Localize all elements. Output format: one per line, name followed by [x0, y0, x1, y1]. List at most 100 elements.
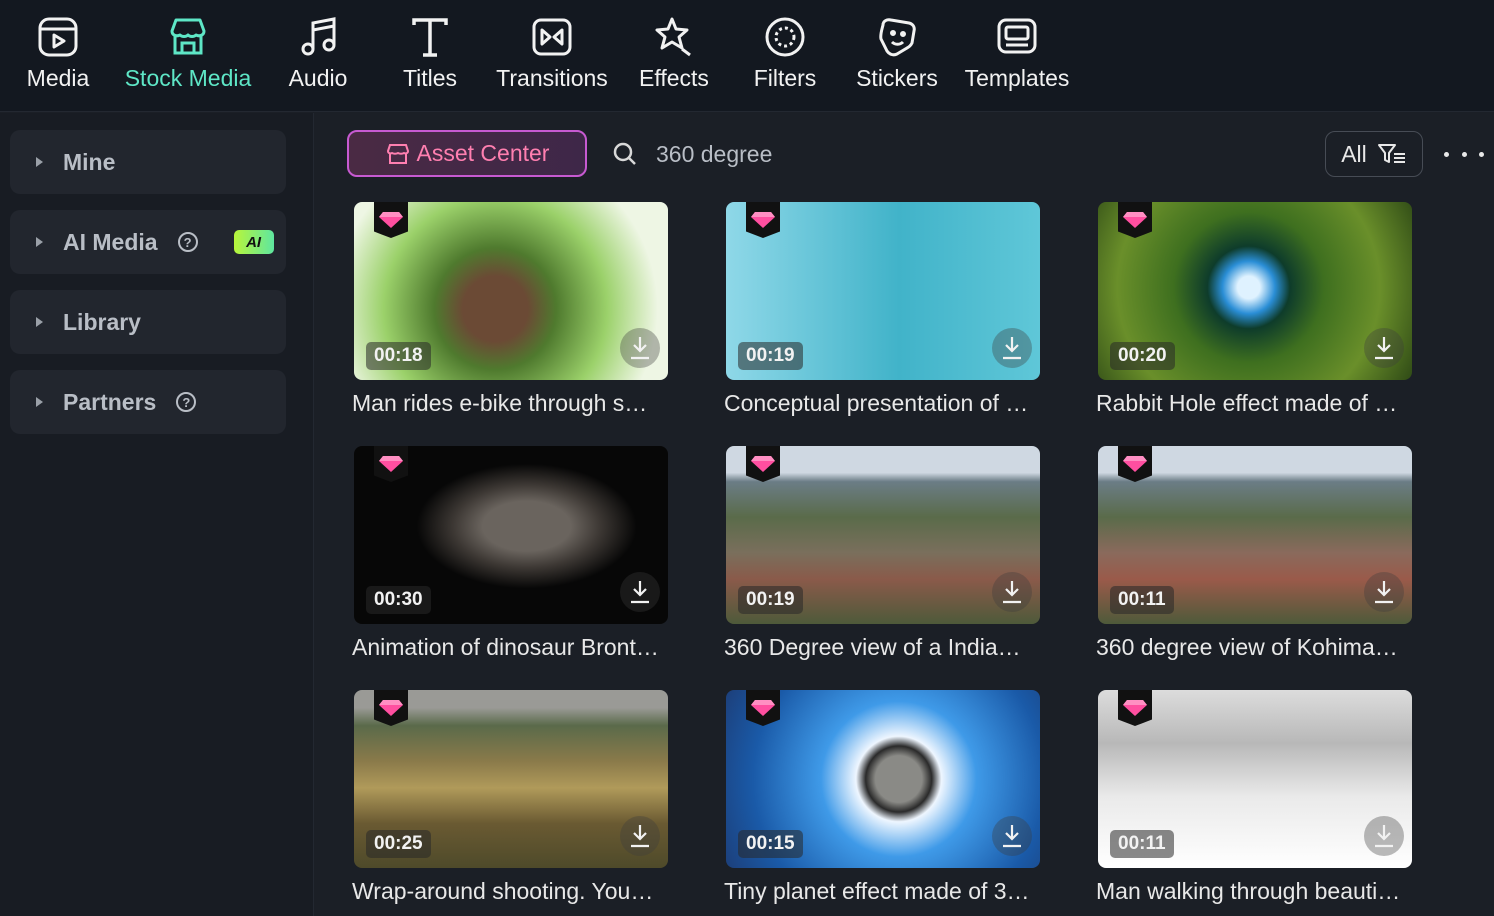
more-dot-icon — [1444, 151, 1449, 157]
media-title: 360 degree view of Kohima… — [1096, 634, 1398, 660]
premium-diamond-icon — [746, 690, 780, 726]
tab-audio[interactable]: Audio — [284, 14, 352, 104]
duration-badge: 00:19 — [738, 586, 803, 614]
video-thumbnail[interactable]: 00:15 — [726, 690, 1040, 868]
media-title: Rabbit Hole effect made of … — [1096, 390, 1398, 416]
tab-audio-label: Audio — [288, 65, 348, 91]
premium-diamond-icon — [746, 202, 780, 238]
download-icon[interactable] — [992, 328, 1032, 368]
sidebar-item-ai-media[interactable]: AI Media ? AI — [10, 210, 286, 274]
duration-badge: 00:18 — [366, 342, 431, 370]
video-thumbnail[interactable]: 00:30 — [354, 446, 668, 624]
more-dot-icon — [1461, 151, 1467, 157]
tab-filters-label: Filters — [753, 65, 817, 91]
download-icon[interactable] — [1364, 816, 1404, 856]
ai-badge: AI — [233, 230, 274, 254]
media-card[interactable]: 00:11 360 degree view of Kohima… — [1096, 446, 1416, 676]
effects-star-icon — [651, 14, 697, 60]
help-icon[interactable]: ? — [177, 232, 198, 252]
media-card[interactable]: 00:20 Rabbit Hole effect made of … — [1096, 202, 1416, 432]
tab-media-label: Media — [26, 65, 90, 91]
asset-center-button[interactable]: Asset Center — [347, 130, 587, 177]
media-card[interactable]: 00:25 Wrap-around shooting. You… — [352, 690, 672, 916]
tab-filters[interactable]: Filters — [748, 14, 822, 104]
media-card[interactable]: 00:18 Man rides e-bike through s… — [352, 202, 672, 432]
media-title: Wrap-around shooting. You… — [352, 878, 654, 904]
sidebar-item-label: Library — [63, 308, 141, 335]
video-thumbnail[interactable]: 00:11 — [1098, 690, 1412, 868]
tab-stock-media-label: Stock Media — [124, 65, 252, 91]
sticker-icon — [874, 14, 920, 60]
tab-titles-label: Titles — [402, 65, 458, 91]
search-bar[interactable] — [612, 134, 1112, 174]
media-card[interactable]: 00:15 Tiny planet effect made of 3… — [724, 690, 1044, 916]
media-card[interactable]: 00:19 360 Degree view of a India… — [724, 446, 1044, 676]
tab-stickers[interactable]: Stickers — [852, 14, 942, 104]
media-icon — [35, 14, 81, 60]
caret-right-icon — [36, 237, 43, 247]
sidebar: Mine AI Media ? AI Library Partners ? — [0, 113, 314, 916]
media-title: 360 Degree view of a India… — [724, 634, 1021, 660]
more-dot-icon — [1479, 151, 1484, 157]
transitions-icon — [529, 14, 575, 60]
download-icon[interactable] — [992, 816, 1032, 856]
media-card[interactable]: 00:30 Animation of dinosaur Bront… — [352, 446, 672, 676]
media-title: Man walking through beauti… — [1096, 878, 1401, 904]
duration-badge: 00:15 — [738, 830, 803, 858]
video-thumbnail[interactable]: 00:19 — [726, 202, 1040, 380]
media-title: Animation of dinosaur Bront… — [352, 634, 659, 660]
asset-center-label: Asset Center — [416, 140, 550, 166]
media-title: Man rides e-bike through s… — [352, 390, 648, 416]
duration-badge: 00:19 — [738, 342, 803, 370]
sidebar-item-label: Mine — [63, 148, 116, 175]
top-toolbar: Media Stock Media Audio Titles Transitio… — [0, 0, 1494, 112]
video-thumbnail[interactable]: 00:11 — [1098, 446, 1412, 624]
filters-icon — [762, 14, 808, 60]
sidebar-item-label: AI Media — [63, 228, 158, 255]
video-thumbnail[interactable]: 00:18 — [354, 202, 668, 380]
tab-transitions[interactable]: Transitions — [490, 14, 614, 104]
premium-diamond-icon — [374, 690, 408, 726]
sidebar-item-mine[interactable]: Mine — [10, 130, 286, 194]
download-icon[interactable] — [1364, 572, 1404, 612]
media-title: Conceptual presentation of … — [724, 390, 1029, 416]
search-input[interactable] — [656, 140, 1056, 168]
sidebar-item-partners[interactable]: Partners ? — [10, 370, 286, 434]
video-thumbnail[interactable]: 00:20 — [1098, 202, 1412, 380]
premium-diamond-icon — [1118, 446, 1152, 482]
tab-transitions-label: Transitions — [496, 65, 608, 91]
tab-effects[interactable]: Effects — [634, 14, 714, 104]
download-icon[interactable] — [992, 572, 1032, 612]
media-card[interactable]: 00:19 Conceptual presentation of … — [724, 202, 1044, 432]
premium-diamond-icon — [374, 446, 408, 482]
premium-diamond-icon — [1118, 202, 1152, 238]
duration-badge: 00:30 — [366, 586, 431, 614]
tab-media[interactable]: Media — [22, 14, 94, 104]
sidebar-item-library[interactable]: Library — [10, 290, 286, 354]
video-thumbnail[interactable]: 00:25 — [354, 690, 668, 868]
download-icon[interactable] — [1364, 328, 1404, 368]
premium-diamond-icon — [746, 446, 780, 482]
templates-icon — [994, 14, 1040, 60]
download-icon[interactable] — [620, 328, 660, 368]
media-card[interactable]: 00:11 Man walking through beauti… — [1096, 690, 1416, 916]
tab-stock-media[interactable]: Stock Media — [120, 14, 256, 104]
duration-badge: 00:20 — [1110, 342, 1175, 370]
tab-templates-label: Templates — [964, 65, 1070, 91]
filter-dropdown[interactable]: All — [1325, 131, 1423, 177]
title-t-icon — [407, 14, 453, 60]
download-icon[interactable] — [620, 572, 660, 612]
video-thumbnail[interactable]: 00:19 — [726, 446, 1040, 624]
download-icon[interactable] — [620, 816, 660, 856]
help-icon[interactable]: ? — [176, 392, 197, 412]
caret-right-icon — [36, 317, 43, 327]
tab-templates[interactable]: Templates — [960, 14, 1074, 104]
store-icon — [386, 143, 409, 164]
duration-badge: 00:25 — [366, 830, 431, 858]
premium-diamond-icon — [374, 202, 408, 238]
stock-store-icon — [165, 14, 211, 60]
more-options-button[interactable] — [1444, 140, 1484, 168]
sidebar-item-label: Partners — [63, 388, 157, 415]
tab-titles[interactable]: Titles — [398, 14, 462, 104]
caret-right-icon — [36, 397, 43, 407]
